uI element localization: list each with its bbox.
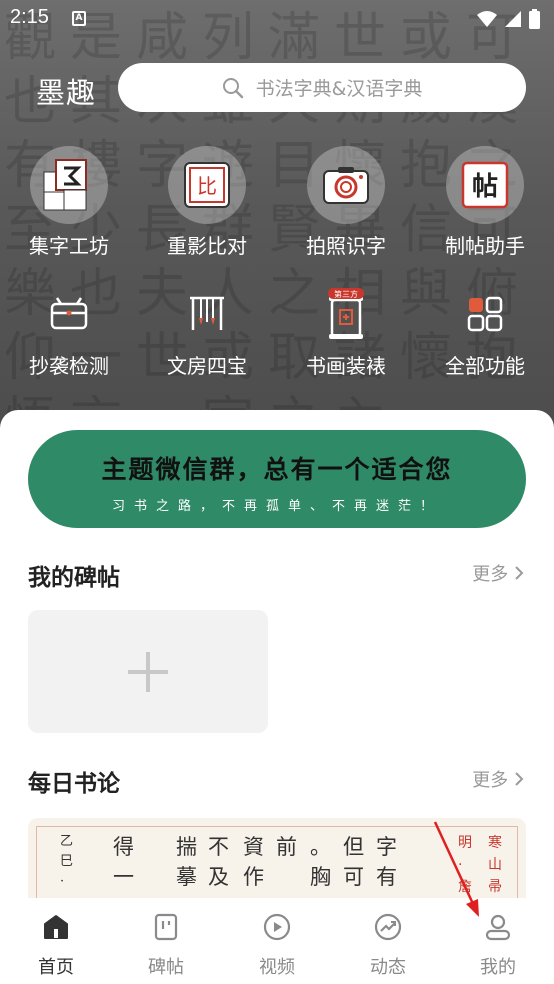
signal-icon <box>505 11 521 27</box>
tie-assistant-icon: 帖 <box>446 146 524 224</box>
feature-label: 集字工坊 <box>29 234 109 258</box>
profile-icon <box>485 914 511 941</box>
chevron-right-icon <box>515 566 524 580</box>
status-time: 2:15 <box>10 6 49 28</box>
notification-icon: A <box>72 11 86 26</box>
feature-label: 书画装裱 <box>306 354 386 378</box>
feature-overlay-compare[interactable]: 比 重影比对 <box>142 146 272 259</box>
quote-column: 字有 <box>376 835 397 889</box>
tab-video[interactable]: 视频 <box>237 912 317 979</box>
third-party-badge: 第三方 <box>334 289 358 299</box>
app-logo: 墨趣 <box>36 76 97 110</box>
plus-icon <box>128 652 168 692</box>
tab-moments[interactable]: 动态 <box>348 912 428 979</box>
daily-quote-more-link[interactable]: 更多 <box>472 766 524 792</box>
quote-date: 乙巳 · <box>60 834 74 889</box>
overlay-compare-icon: 比 <box>168 146 246 224</box>
search-icon <box>222 77 243 98</box>
tab-profile[interactable]: 我的 <box>458 912 538 979</box>
wechat-group-banner[interactable]: 主题微信群，总有一个适合您 习书之路，不再孤单、不再迷茫！ <box>28 430 526 528</box>
quote-column: 揣摹 <box>176 835 197 889</box>
quote-column: 資作 <box>243 835 264 889</box>
tab-label: 我的 <box>480 957 516 978</box>
quote-author: 明 · 詹 <box>458 835 472 895</box>
tab-label: 视频 <box>259 957 295 978</box>
tab-label: 碑帖 <box>148 957 184 978</box>
tab-label: 动态 <box>370 957 406 978</box>
feature-plagiarism-check[interactable]: 抄袭检测 <box>4 284 134 379</box>
all-features-icon <box>455 284 515 344</box>
feature-label: 制帖助手 <box>445 234 525 258</box>
quote-column: 得一 <box>113 835 134 889</box>
jizi-workshop-icon <box>30 146 108 224</box>
feature-label: 抄袭检测 <box>29 354 109 378</box>
feature-camera[interactable]: 拍照识字 <box>281 146 411 259</box>
more-label: 更多 <box>472 564 509 585</box>
more-label: 更多 <box>472 770 509 791</box>
home-icon <box>44 915 68 939</box>
feature-tie-assistant[interactable]: 帖 制帖助手 <box>420 146 550 259</box>
search-bar[interactable]: 书法字典&汉语字典 <box>118 63 526 112</box>
feature-jizi-workshop[interactable]: 集字工坊 <box>4 146 134 259</box>
system-icons <box>477 9 540 29</box>
video-icon <box>263 913 291 941</box>
feature-label: 拍照识字 <box>306 234 386 258</box>
quote-column: 不及 <box>208 835 229 889</box>
stationery-icon <box>177 284 237 344</box>
quote-column: 。胸 <box>310 835 331 889</box>
camera-icon <box>307 146 385 224</box>
my-copybooks-more-link[interactable]: 更多 <box>472 560 524 586</box>
svg-text:帖: 帖 <box>472 172 498 202</box>
moments-icon <box>374 913 402 941</box>
wifi-icon <box>477 11 497 27</box>
quote-source: 寒山帚 <box>488 835 502 895</box>
copybook-icon <box>154 913 178 941</box>
plagiarism-check-icon <box>39 284 99 344</box>
chevron-right-icon <box>515 772 524 786</box>
svg-text:比: 比 <box>197 174 217 198</box>
mounting-icon: 第三方 <box>316 284 376 344</box>
daily-quote-title: 每日书论 <box>28 771 120 797</box>
tab-copybook[interactable]: 碑帖 <box>126 912 206 979</box>
bottom-tab-bar: 首页 碑帖 视频 动态 我的 <box>0 898 554 984</box>
header-background: 觀是咸列滿世或可也其次雖天期歲漢有樓字遊目懷抱之至少長群賢畢信可樂也夫人之相與俯… <box>0 0 554 440</box>
status-bar: 2:15 A <box>0 0 554 38</box>
feature-label: 文房四宝 <box>167 354 247 378</box>
quote-column: 前 <box>276 835 297 859</box>
daily-quote-card[interactable]: 乙巳 · 得一 揣摹 不及 資作 前 。胸 但可 字有 明 · 詹 寒山帚 <box>28 818 526 898</box>
my-copybooks-title: 我的碑帖 <box>28 565 120 591</box>
feature-mounting[interactable]: 第三方 书画装裱 <box>281 284 411 379</box>
banner-subline: 习书之路，不再孤单、不再迷茫！ <box>111 499 442 514</box>
banner-headline: 主题微信群，总有一个适合您 <box>101 455 453 484</box>
feature-stationery[interactable]: 文房四宝 <box>142 284 272 379</box>
feature-label: 全部功能 <box>445 354 525 378</box>
quote-column: 但可 <box>343 835 364 889</box>
tab-label: 首页 <box>38 957 74 978</box>
search-placeholder: 书法字典&汉语字典 <box>255 78 423 100</box>
battery-icon <box>529 9 540 29</box>
feature-label: 重影比对 <box>167 234 247 258</box>
add-copybook-card[interactable] <box>28 610 268 733</box>
feature-all[interactable]: 全部功能 <box>420 284 550 379</box>
tab-home[interactable]: 首页 <box>16 912 96 979</box>
